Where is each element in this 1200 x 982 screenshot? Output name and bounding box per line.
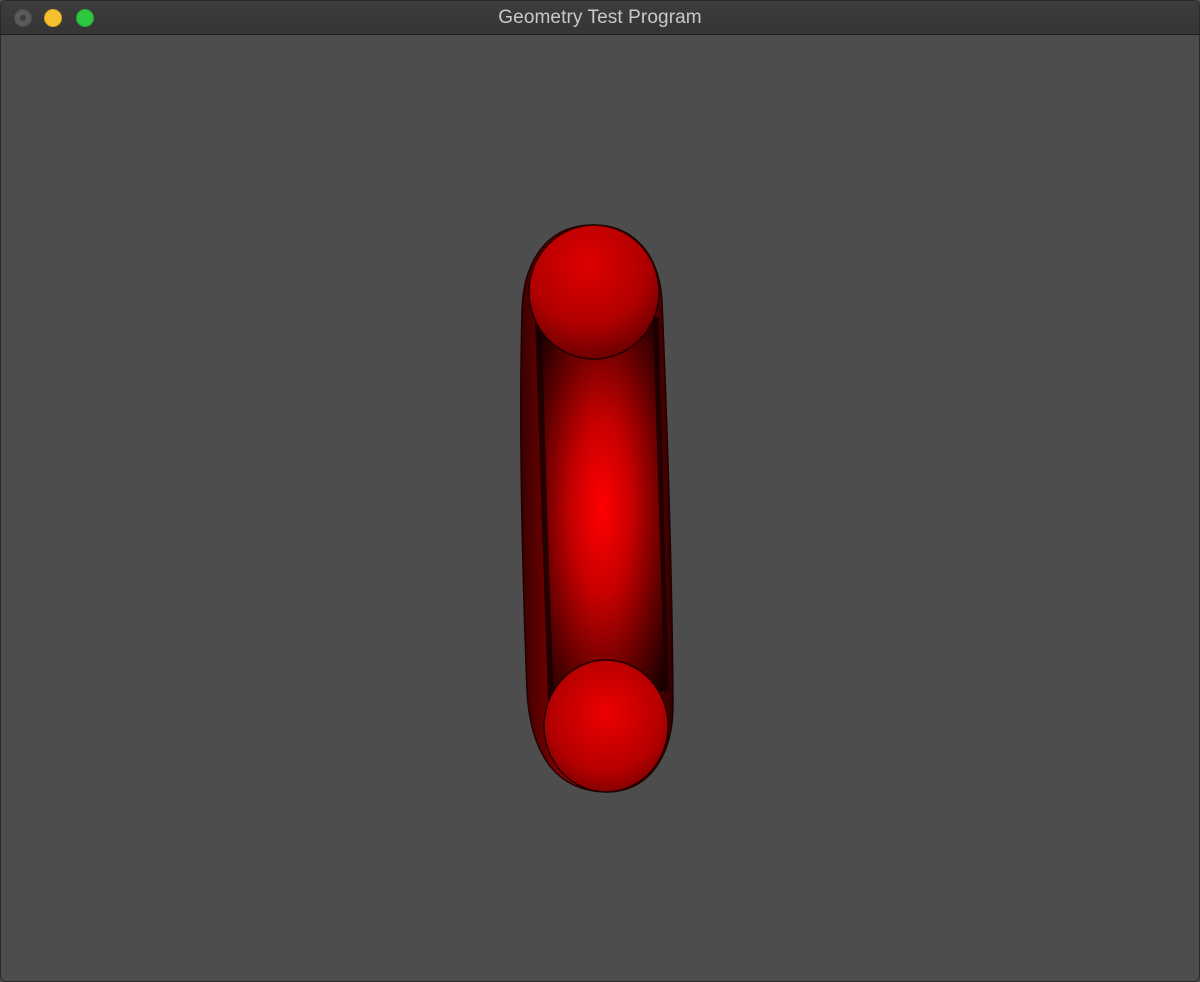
torus-inner-surface — [537, 317, 667, 699]
render-viewport[interactable] — [1, 35, 1199, 981]
title-bar[interactable]: Geometry Test Program — [1, 1, 1199, 35]
torus-render — [520, 224, 674, 793]
torus-bottom-cap — [543, 659, 669, 793]
app-window: Geometry Test Program — [0, 0, 1200, 982]
torus-top-cap — [528, 224, 660, 360]
window-title: Geometry Test Program — [498, 7, 702, 28]
